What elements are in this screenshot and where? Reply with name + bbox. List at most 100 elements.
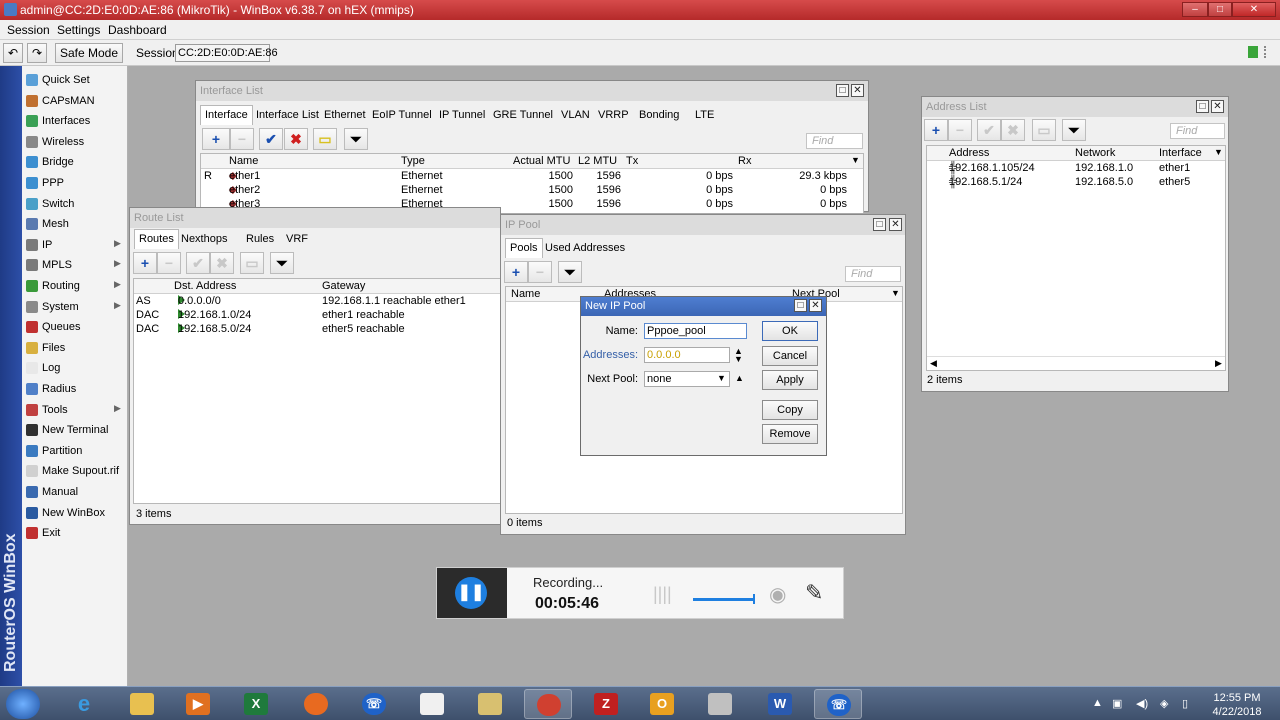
- outlook-taskbar[interactable]: O: [638, 689, 686, 719]
- table-row[interactable]: R ⬥ ether1 Ethernet 1500 1596 0 bps 29.3 kbps: [201, 170, 863, 184]
- close-icon[interactable]: ✕: [889, 218, 902, 231]
- explorer-taskbar[interactable]: [118, 689, 166, 719]
- redo-icon[interactable]: ↷: [27, 43, 47, 63]
- tab-ip-tunnel[interactable]: IP Tunnel: [434, 105, 490, 125]
- chrome-taskbar[interactable]: [524, 689, 572, 719]
- menu-dashboard[interactable]: Dashboard: [108, 23, 167, 37]
- tab-vlan[interactable]: VLAN: [556, 105, 595, 125]
- sidebar-item-exit[interactable]: Exit: [22, 523, 128, 543]
- maximize-icon[interactable]: □: [836, 84, 849, 97]
- volume-slider-handle[interactable]: [753, 594, 755, 604]
- sidebar-item-mpls[interactable]: MPLS ▶: [22, 255, 128, 275]
- filezilla-taskbar[interactable]: Z: [582, 689, 630, 719]
- filter-icon[interactable]: ⏷: [344, 128, 368, 150]
- filter-icon[interactable]: ⏷: [1062, 119, 1086, 141]
- tab-nexthops[interactable]: Nexthops: [176, 229, 232, 249]
- internet-explorer-taskbar[interactable]: e: [60, 689, 108, 719]
- tab-used-addresses[interactable]: Used Addresses: [540, 238, 630, 258]
- pen-icon[interactable]: ✎: [805, 580, 823, 606]
- filter-icon[interactable]: ⏷: [558, 261, 582, 283]
- tab-pools[interactable]: Pools: [505, 238, 543, 258]
- add-icon[interactable]: +: [504, 261, 528, 283]
- webcam-icon[interactable]: ◉: [769, 582, 786, 607]
- sidebar-item-switch[interactable]: Switch: [22, 194, 128, 214]
- table-row[interactable]: DAC 192.168.1.0/24 ether1 reachable: [134, 309, 501, 323]
- add-icon[interactable]: +: [924, 119, 948, 141]
- cancel-button[interactable]: Cancel: [762, 346, 818, 366]
- sidebar-item-files[interactable]: Files: [22, 338, 128, 358]
- sidebar-item-new-winbox[interactable]: New WinBox: [22, 503, 128, 523]
- column-menu-icon[interactable]: ▼: [851, 155, 860, 165]
- firefox-taskbar[interactable]: [292, 689, 340, 719]
- sidebar-item-interfaces[interactable]: Interfaces: [22, 111, 128, 131]
- remove-icon[interactable]: −: [528, 261, 552, 283]
- tab-rules[interactable]: Rules: [241, 229, 279, 249]
- word-taskbar[interactable]: W: [756, 689, 804, 719]
- sidebar-item-new-terminal[interactable]: New Terminal: [22, 420, 128, 440]
- table-row[interactable]: AS 0.0.0.0/0 192.168.1.1 reachable ether1: [134, 295, 501, 309]
- find-input[interactable]: Find: [1170, 123, 1225, 139]
- snipping-taskbar[interactable]: [696, 689, 744, 719]
- col-rx[interactable]: Rx: [738, 155, 751, 167]
- safe-mode-button[interactable]: Safe Mode: [55, 43, 123, 63]
- name-field[interactable]: Pppoe_pool: [644, 323, 747, 339]
- tab-eoip-tunnel[interactable]: EoIP Tunnel: [367, 105, 437, 125]
- add-remove-spinner-icon[interactable]: ▲ ▼: [734, 347, 743, 364]
- clock[interactable]: 12:55 PM 4/22/2018: [1200, 691, 1274, 719]
- col-address[interactable]: Address: [949, 147, 989, 159]
- maximize-icon[interactable]: □: [794, 299, 807, 312]
- horizontal-scrollbar[interactable]: ◀ ▶: [927, 356, 1225, 370]
- tab-interface-list[interactable]: Interface List: [251, 105, 324, 125]
- ok-button[interactable]: OK: [762, 321, 818, 341]
- excel-taskbar[interactable]: X: [232, 689, 280, 719]
- winbox-taskbar[interactable]: ☏: [814, 689, 862, 719]
- media-player-taskbar[interactable]: ▶: [174, 689, 222, 719]
- session-field[interactable]: CC:2D:E0:0D:AE:86: [175, 44, 278, 62]
- tab-routes[interactable]: Routes: [134, 229, 179, 249]
- maximize-icon[interactable]: □: [1196, 100, 1209, 113]
- col-interface[interactable]: Interface: [1159, 147, 1202, 159]
- addresses-field[interactable]: 0.0.0.0: [644, 347, 730, 363]
- remove-button[interactable]: Remove: [762, 424, 818, 444]
- sidebar-item-ppp[interactable]: PPP: [22, 173, 128, 193]
- battery-icon[interactable]: ▯: [1182, 697, 1188, 710]
- tab-bonding[interactable]: Bonding: [634, 105, 684, 125]
- volume-icon[interactable]: ◀): [1136, 697, 1148, 710]
- close-icon[interactable]: ✕: [1211, 100, 1224, 113]
- col-network[interactable]: Network: [1075, 147, 1115, 159]
- close-icon[interactable]: ✕: [851, 84, 864, 97]
- sidebar-item-make-supout-rif[interactable]: Make Supout.rif: [22, 461, 128, 481]
- remove-icon[interactable]: −: [948, 119, 972, 141]
- minimize-button[interactable]: –: [1182, 2, 1208, 17]
- copy-button[interactable]: Copy: [762, 400, 818, 420]
- apply-button[interactable]: Apply: [762, 370, 818, 390]
- col-l2-mtu[interactable]: L2 MTU: [578, 155, 617, 167]
- add-icon[interactable]: +: [202, 128, 230, 150]
- find-input[interactable]: Find: [845, 266, 901, 282]
- remove-icon[interactable]: −: [157, 252, 181, 274]
- sidebar-item-system[interactable]: System ▶: [22, 297, 128, 317]
- tray-network-icon[interactable]: ▣: [1112, 697, 1122, 710]
- start-button[interactable]: [6, 689, 40, 719]
- col-gateway[interactable]: Gateway: [322, 280, 365, 292]
- enable-icon[interactable]: ✔: [977, 119, 1001, 141]
- collapse-icon[interactable]: ▲: [735, 373, 744, 383]
- sidebar-item-tools[interactable]: Tools ▶: [22, 400, 128, 420]
- sidebar-item-log[interactable]: Log: [22, 358, 128, 378]
- scroll-left-icon[interactable]: ◀: [930, 358, 937, 369]
- menu-session[interactable]: Session: [7, 23, 50, 37]
- disable-icon[interactable]: ✖: [1001, 119, 1025, 141]
- dropdown-arrow-icon[interactable]: ▼: [717, 373, 726, 383]
- enable-icon[interactable]: ✔: [186, 252, 210, 274]
- sidebar-item-mesh[interactable]: Mesh: [22, 214, 128, 234]
- close-icon[interactable]: ✕: [809, 299, 822, 312]
- pause-button[interactable]: ❚❚: [455, 577, 487, 609]
- scroll-right-icon[interactable]: ▶: [1215, 358, 1222, 369]
- tab-gre-tunnel[interactable]: GRE Tunnel: [488, 105, 558, 125]
- folders-taskbar[interactable]: [466, 689, 514, 719]
- tray-expand-icon[interactable]: ▲: [1092, 697, 1103, 709]
- col-dst-address[interactable]: Dst. Address: [174, 280, 236, 292]
- table-row[interactable]: ⬥ ether2 Ethernet 1500 1596 0 bps 0 bps: [201, 184, 863, 198]
- comment-icon[interactable]: ▭: [1032, 119, 1056, 141]
- col-tx[interactable]: Tx: [626, 155, 638, 167]
